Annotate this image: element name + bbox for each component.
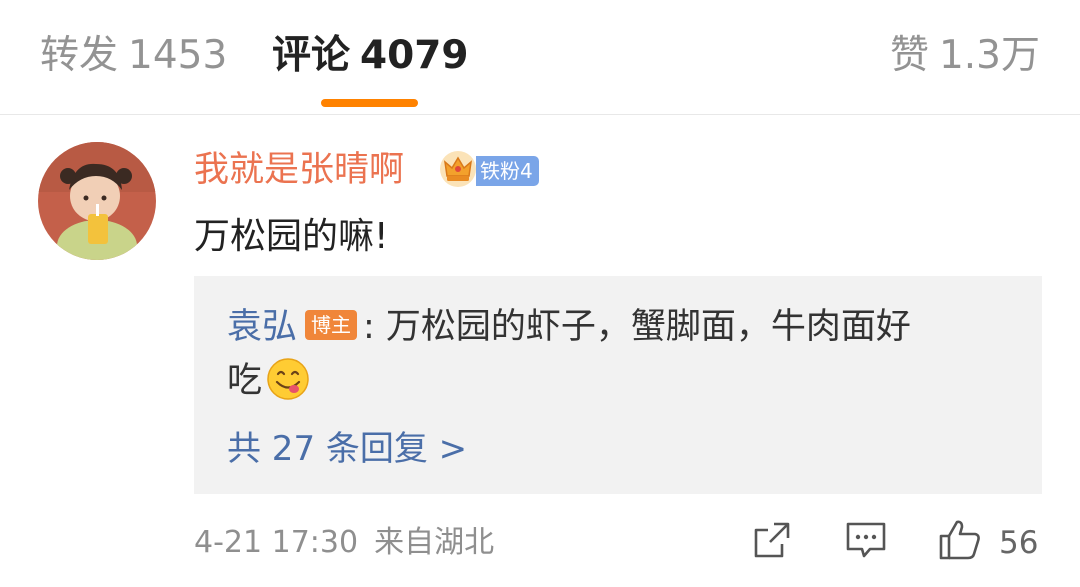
tab-likes[interactable]: 赞 1.3万 (890, 30, 1040, 82)
comment-timestamp: 4-21 17:30 (194, 525, 359, 560)
crown-icon (440, 151, 476, 187)
thumbs-up-icon[interactable] (938, 518, 982, 560)
reply-text-line2: 吃 (227, 361, 263, 401)
comment-username[interactable]: 我就是张晴啊 (194, 147, 404, 193)
tab-repost-count: 1453 (128, 33, 228, 78)
blogger-badge: 博主 (305, 310, 358, 340)
active-tab-indicator (321, 99, 418, 107)
comment-meta: 4-21 17:30 来自湖北 (194, 522, 494, 564)
tab-comments-count: 4079 (360, 33, 469, 78)
tab-bar: 转发 1453 评论 4079 赞 1.3万 (0, 0, 1080, 114)
like-count: 56 (999, 525, 1039, 561)
header-divider (0, 114, 1080, 115)
fan-level-badge: 铁粉4 (476, 156, 539, 186)
reply-text-line1: : 万松园的虾子，蟹脚面，牛肉面好 (363, 307, 911, 347)
tab-likes-count: 1.3万 (938, 33, 1040, 78)
reply-line2: 吃 (227, 358, 310, 404)
grin-emoji-icon (267, 358, 309, 400)
share-icon[interactable] (752, 520, 792, 560)
more-replies-link[interactable]: 共 27 条回复 > (227, 426, 467, 472)
tab-likes-label: 赞 (889, 33, 929, 78)
avatar[interactable] (38, 142, 156, 260)
comment-icon[interactable] (845, 520, 887, 560)
comment-text: 万松园的嘛! (194, 216, 389, 257)
comment-source: 来自湖北 (374, 525, 495, 560)
tab-comments[interactable]: 评论 4079 (272, 30, 469, 82)
tab-repost[interactable]: 转发 1453 (40, 30, 227, 82)
reply-author[interactable]: 袁弘 (227, 307, 297, 347)
reply-box[interactable]: 袁弘 博主: 万松园的虾子，蟹脚面，牛肉面好 吃 共 27 条回复 > (194, 276, 1042, 494)
reply-line1: 袁弘 博主: 万松园的虾子，蟹脚面，牛肉面好 (227, 304, 911, 350)
tab-comments-label: 评论 (272, 33, 351, 78)
tab-repost-label: 转发 (40, 33, 119, 78)
